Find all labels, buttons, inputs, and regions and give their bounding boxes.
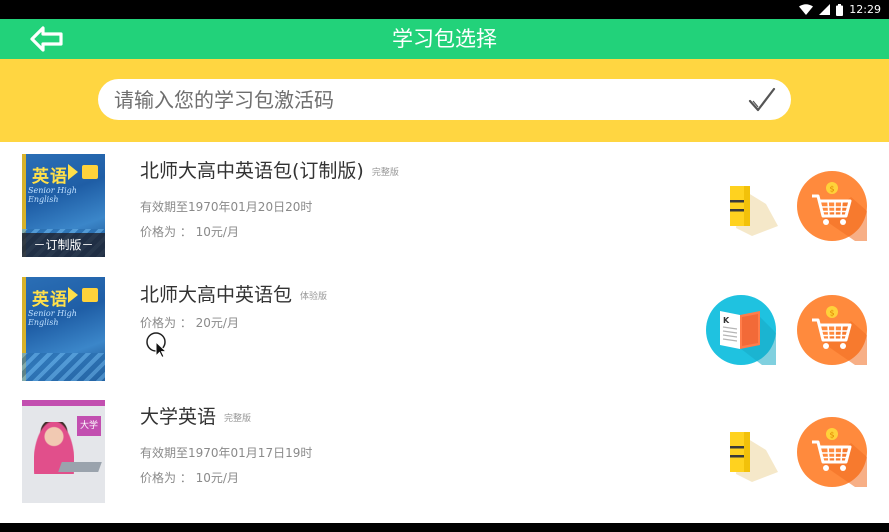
- package-tag: 完整版: [224, 414, 252, 424]
- package-title: 北师大高中英语包(订制版): [140, 160, 364, 182]
- cover-arrow-icon: [68, 287, 78, 303]
- notebook-icon: [730, 186, 778, 236]
- package-title-row: 北师大高中英语包(订制版) 完整版: [140, 156, 399, 183]
- package-list: 英语 Senior High English －订制版－ 北师大高中英语包(订制…: [0, 142, 889, 523]
- back-arrow-icon: [30, 26, 63, 52]
- book-cover: 英语 Senior High English: [22, 277, 105, 381]
- activation-band: [0, 59, 889, 142]
- shopping-cart-icon: $: [812, 428, 867, 487]
- status-bar: 12:29: [0, 0, 889, 19]
- confirm-button[interactable]: [747, 85, 777, 115]
- list-item[interactable]: 大学 大学英语 完整版 有效期至1970年01月17日19时 价格为 ： 10元/…: [0, 390, 889, 514]
- cover-title: 英语: [32, 290, 68, 310]
- package-validity: 有效期至1970年01月20日20时: [140, 200, 313, 214]
- cover-subtitle: Senior High English: [28, 186, 77, 204]
- app-bar: 学习包选择: [0, 19, 889, 59]
- cover-arrow-icon: [68, 164, 78, 180]
- svg-text:$: $: [829, 431, 834, 440]
- back-button[interactable]: [28, 23, 68, 55]
- package-price: 价格为 ： 20元/月: [140, 316, 239, 330]
- notebook-button[interactable]: [726, 180, 778, 236]
- package-title: 大学英语: [140, 406, 217, 428]
- shopping-cart-icon: $: [812, 306, 867, 365]
- cover-laptop: [58, 462, 102, 472]
- buy-button[interactable]: $: [797, 295, 867, 365]
- cover-badge: [82, 165, 98, 179]
- cover-pattern: [22, 353, 105, 381]
- svg-text:$: $: [829, 185, 834, 194]
- list-item[interactable]: 英语 Senior High English －订制版－ 北师大高中英语包(订制…: [0, 142, 889, 266]
- book-cover: 大学: [22, 400, 105, 503]
- cover-subtitle: Senior High English: [28, 309, 77, 327]
- navigation-bar: [0, 523, 889, 532]
- package-title: 北师大高中英语包: [140, 284, 293, 306]
- package-validity: 有效期至1970年01月17日19时: [140, 446, 313, 460]
- shopping-cart-icon: $: [812, 182, 867, 241]
- buy-button[interactable]: $: [797, 171, 867, 241]
- buy-button[interactable]: $: [797, 417, 867, 487]
- activation-box: [98, 79, 791, 120]
- status-icons: 12:29: [799, 2, 881, 17]
- svg-text:K: K: [723, 316, 730, 325]
- battery-icon: [836, 3, 844, 16]
- cover-tag: 大学: [77, 416, 101, 436]
- page-title: 学习包选择: [392, 27, 497, 51]
- cursor-icon: [146, 332, 168, 358]
- check-icon: [748, 87, 776, 112]
- package-price: 价格为 ： 10元/月: [140, 225, 239, 239]
- cover-ribbon: －订制版－: [22, 233, 105, 257]
- wifi-icon: [799, 4, 814, 15]
- status-time: 12:29: [849, 3, 881, 16]
- package-tag: 完整版: [371, 168, 399, 178]
- open-book-icon: K: [720, 311, 776, 365]
- list-item[interactable]: 英语 Senior High English 北师大高中英语包 体验版 价格为 ：…: [0, 266, 889, 390]
- activation-code-input[interactable]: [114, 79, 734, 120]
- book-cover: 英语 Senior High English －订制版－: [22, 154, 105, 257]
- package-title-row: 北师大高中英语包 体验版: [140, 280, 327, 307]
- trial-read-button[interactable]: K: [706, 295, 776, 365]
- svg-text:$: $: [829, 309, 834, 318]
- notebook-button[interactable]: [726, 426, 778, 482]
- cover-badge: [82, 288, 98, 302]
- cover-title: 英语: [32, 167, 68, 187]
- package-title-row: 大学英语 完整版: [140, 402, 251, 429]
- package-tag: 体验版: [300, 292, 328, 302]
- signal-icon: [819, 4, 831, 15]
- cover-stripe: [22, 400, 105, 406]
- package-price: 价格为 ： 10元/月: [140, 471, 239, 485]
- notebook-icon: [730, 432, 778, 482]
